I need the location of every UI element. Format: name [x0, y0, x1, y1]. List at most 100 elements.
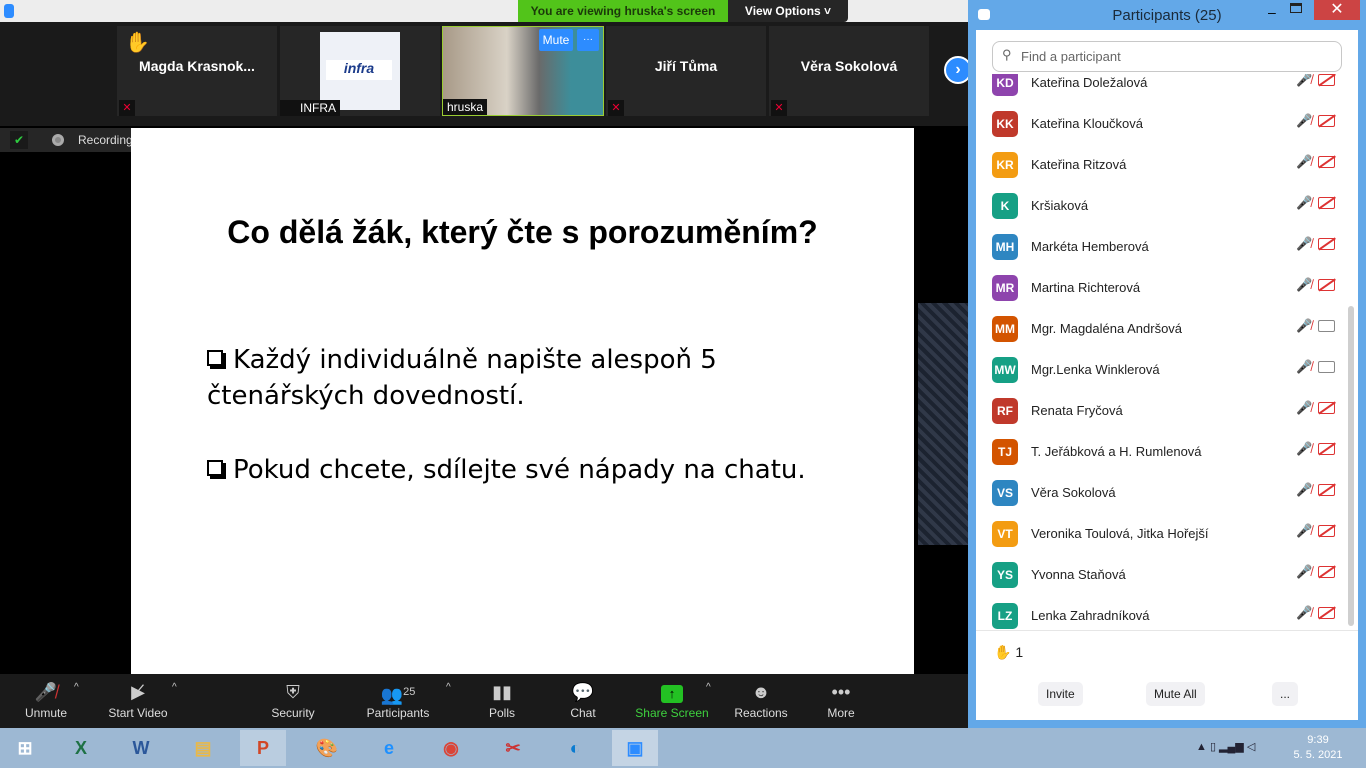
- muted-mic-icon: 🎤̸: [1296, 605, 1313, 620]
- participants-options-caret[interactable]: ^: [446, 682, 451, 693]
- time: 9:39: [1307, 734, 1329, 746]
- paint-icon[interactable]: 🎨: [304, 730, 350, 766]
- start-video-label: Start Video: [108, 706, 168, 720]
- participant-row[interactable]: LZ Lenka Zahradníková 🎤̸: [992, 595, 1342, 630]
- video-off-icon: ▶̸: [131, 682, 145, 702]
- participants-button[interactable]: 👥25 Participants: [362, 674, 434, 728]
- video-icon: [1318, 361, 1335, 373]
- share-screen-button[interactable]: ↑ Share Screen: [632, 674, 712, 728]
- participant-row[interactable]: KD Kateřina Doležalová 🎤̸: [992, 74, 1342, 103]
- participant-name: Kateřina Ritzová: [1031, 157, 1127, 172]
- slide-bullet: Pokud chcete, sdílejte své nápady na cha…: [207, 452, 867, 488]
- more-options-button[interactable]: ···: [577, 29, 599, 51]
- participant-name: Kateřina Kloučková: [1031, 116, 1144, 131]
- video-off-icon: [1318, 607, 1335, 619]
- excel-icon[interactable]: X: [58, 730, 104, 766]
- find-participant-input[interactable]: Find a participant: [992, 41, 1342, 72]
- start-button[interactable]: ⊞: [2, 730, 48, 766]
- video-tile[interactable]: Jiří Tůma ✕: [606, 26, 766, 116]
- mute-all-button[interactable]: Mute All: [1146, 682, 1205, 706]
- participants-icon: 👥25: [380, 685, 416, 705]
- participant-name: Věra Sokolová: [1031, 485, 1116, 500]
- video-off-icon: [1318, 525, 1335, 537]
- participant-name: Yvonna Staňová: [1031, 567, 1126, 582]
- video-strip: ✋ Magda Krasnok... ✕ infra ✕ INFRA Mute …: [0, 22, 968, 126]
- date: 5. 5. 2021: [1293, 749, 1343, 761]
- video-options-caret[interactable]: ^: [172, 682, 177, 693]
- muted-mic-icon: 🎤̸: [1296, 441, 1313, 456]
- participant-name: Jiří Tůma: [654, 58, 718, 74]
- participant-row[interactable]: K Kršiaková 🎤̸: [992, 185, 1342, 226]
- video-tile[interactable]: Věra Sokolová ✕: [769, 26, 929, 116]
- participant-name: hruska: [443, 99, 488, 115]
- avatar: TJ: [992, 439, 1018, 465]
- unmute-button[interactable]: 🎤̸ Unmute: [16, 674, 76, 728]
- participant-row[interactable]: MR Martina Richterová 🎤̸: [992, 267, 1342, 308]
- muted-mic-icon: ✕: [771, 100, 787, 116]
- muted-mic-icon: 🎤̸: [1296, 113, 1313, 128]
- invite-button[interactable]: Invite: [1038, 682, 1083, 706]
- video-off-icon: [1318, 484, 1335, 496]
- share-options-caret[interactable]: ^: [706, 682, 711, 693]
- participant-row[interactable]: MH Markéta Hemberová 🎤̸: [992, 226, 1342, 267]
- snipping-tool-icon[interactable]: ✂: [490, 730, 536, 766]
- edge-icon[interactable]: ◐: [552, 730, 598, 766]
- participant-row[interactable]: MM Mgr. Magdaléna Andršová 🎤̸: [992, 308, 1342, 349]
- search-icon: ⚲: [1002, 47, 1012, 62]
- muted-mic-icon: 🎤̸: [1296, 277, 1313, 292]
- muted-mic-icon: 🎤̸: [1296, 482, 1313, 497]
- active-speaker-video[interactable]: Mute ··· hruska: [442, 26, 604, 116]
- participant-row[interactable]: RF Renata Fryčová 🎤̸: [992, 390, 1342, 431]
- audio-options-caret[interactable]: ^: [74, 682, 79, 693]
- participant-row[interactable]: VT Veronika Toulová, Jitka Hořejší 🎤̸: [992, 513, 1342, 554]
- participant-name: T. Jeřábková a H. Rumlenová: [1031, 444, 1202, 459]
- view-options-button[interactable]: View Options ˅: [728, 0, 848, 22]
- security-button[interactable]: ⛨ Security: [262, 674, 324, 728]
- participant-row[interactable]: VS Věra Sokolová 🎤̸: [992, 472, 1342, 513]
- participant-name: Magda Krasnok...: [139, 58, 255, 74]
- more-button[interactable]: ••• More: [821, 674, 861, 728]
- powerpoint-icon[interactable]: P: [240, 730, 286, 766]
- polls-button[interactable]: ▮▮ Polls: [482, 674, 522, 728]
- muted-mic-icon: 🎤̸: [1296, 523, 1313, 538]
- mute-button[interactable]: Mute: [539, 29, 573, 51]
- participant-name: Veronika Toulová, Jitka Hořejší: [1031, 526, 1209, 541]
- minimize-button[interactable]: –: [1268, 4, 1276, 20]
- video-off-icon: [1318, 156, 1335, 168]
- shield-icon: ⛨: [286, 682, 300, 702]
- screen-edge-pattern: [918, 303, 968, 545]
- participant-name: Kršiaková: [1031, 198, 1089, 213]
- participant-row[interactable]: YS Yvonna Staňová 🎤̸: [992, 554, 1342, 595]
- start-video-button[interactable]: ▶̸ Start Video: [104, 674, 172, 728]
- participants-count: 25: [403, 686, 416, 698]
- scrollbar[interactable]: [1348, 306, 1354, 626]
- file-explorer-icon[interactable]: ▤: [180, 730, 226, 766]
- more-options-button[interactable]: ...: [1272, 682, 1299, 706]
- zoom-taskbar-icon[interactable]: ▣: [612, 730, 658, 766]
- video-tile[interactable]: infra ✕ INFRA: [280, 26, 440, 116]
- participant-name: Martina Richterová: [1031, 280, 1141, 295]
- clock[interactable]: 9:39 5. 5. 2021: [1288, 733, 1348, 763]
- participants-title: Participants (25): [1112, 7, 1222, 24]
- close-button[interactable]: ✕: [1314, 0, 1360, 20]
- word-icon[interactable]: W: [118, 730, 164, 766]
- chat-button[interactable]: 💬 Chat: [563, 674, 603, 728]
- internet-explorer-icon[interactable]: e: [366, 730, 412, 766]
- reactions-button[interactable]: ☻ Reactions: [730, 674, 792, 728]
- chrome-icon[interactable]: ◉: [428, 730, 474, 766]
- participant-name: Věra Sokolová: [800, 58, 898, 74]
- participant-row[interactable]: MW Mgr.Lenka Winklerová 🎤̸: [992, 349, 1342, 390]
- video-tile[interactable]: ✋ Magda Krasnok... ✕: [117, 26, 277, 116]
- avatar: KK: [992, 111, 1018, 137]
- participant-row[interactable]: TJ T. Jeřábková a H. Rumlenová 🎤̸: [992, 431, 1342, 472]
- share-screen-icon: ↑: [632, 674, 712, 706]
- viewing-banner: You are viewing hruska's screen: [518, 0, 728, 22]
- muted-mic-icon: 🎤̸: [1296, 74, 1313, 87]
- shield-check-icon[interactable]: ✔: [10, 131, 28, 149]
- system-tray-icons[interactable]: ▲ ▯ ▂▄▆ ◁: [1196, 740, 1255, 753]
- muted-mic-icon: 🎤̸: [1296, 400, 1313, 415]
- participant-row[interactable]: KK Kateřina Kloučková 🎤̸: [992, 103, 1342, 144]
- participant-name: Mgr.Lenka Winklerová: [1031, 362, 1160, 377]
- participant-row[interactable]: KR Kateřina Ritzová 🎤̸: [992, 144, 1342, 185]
- maximize-button[interactable]: [1290, 3, 1302, 13]
